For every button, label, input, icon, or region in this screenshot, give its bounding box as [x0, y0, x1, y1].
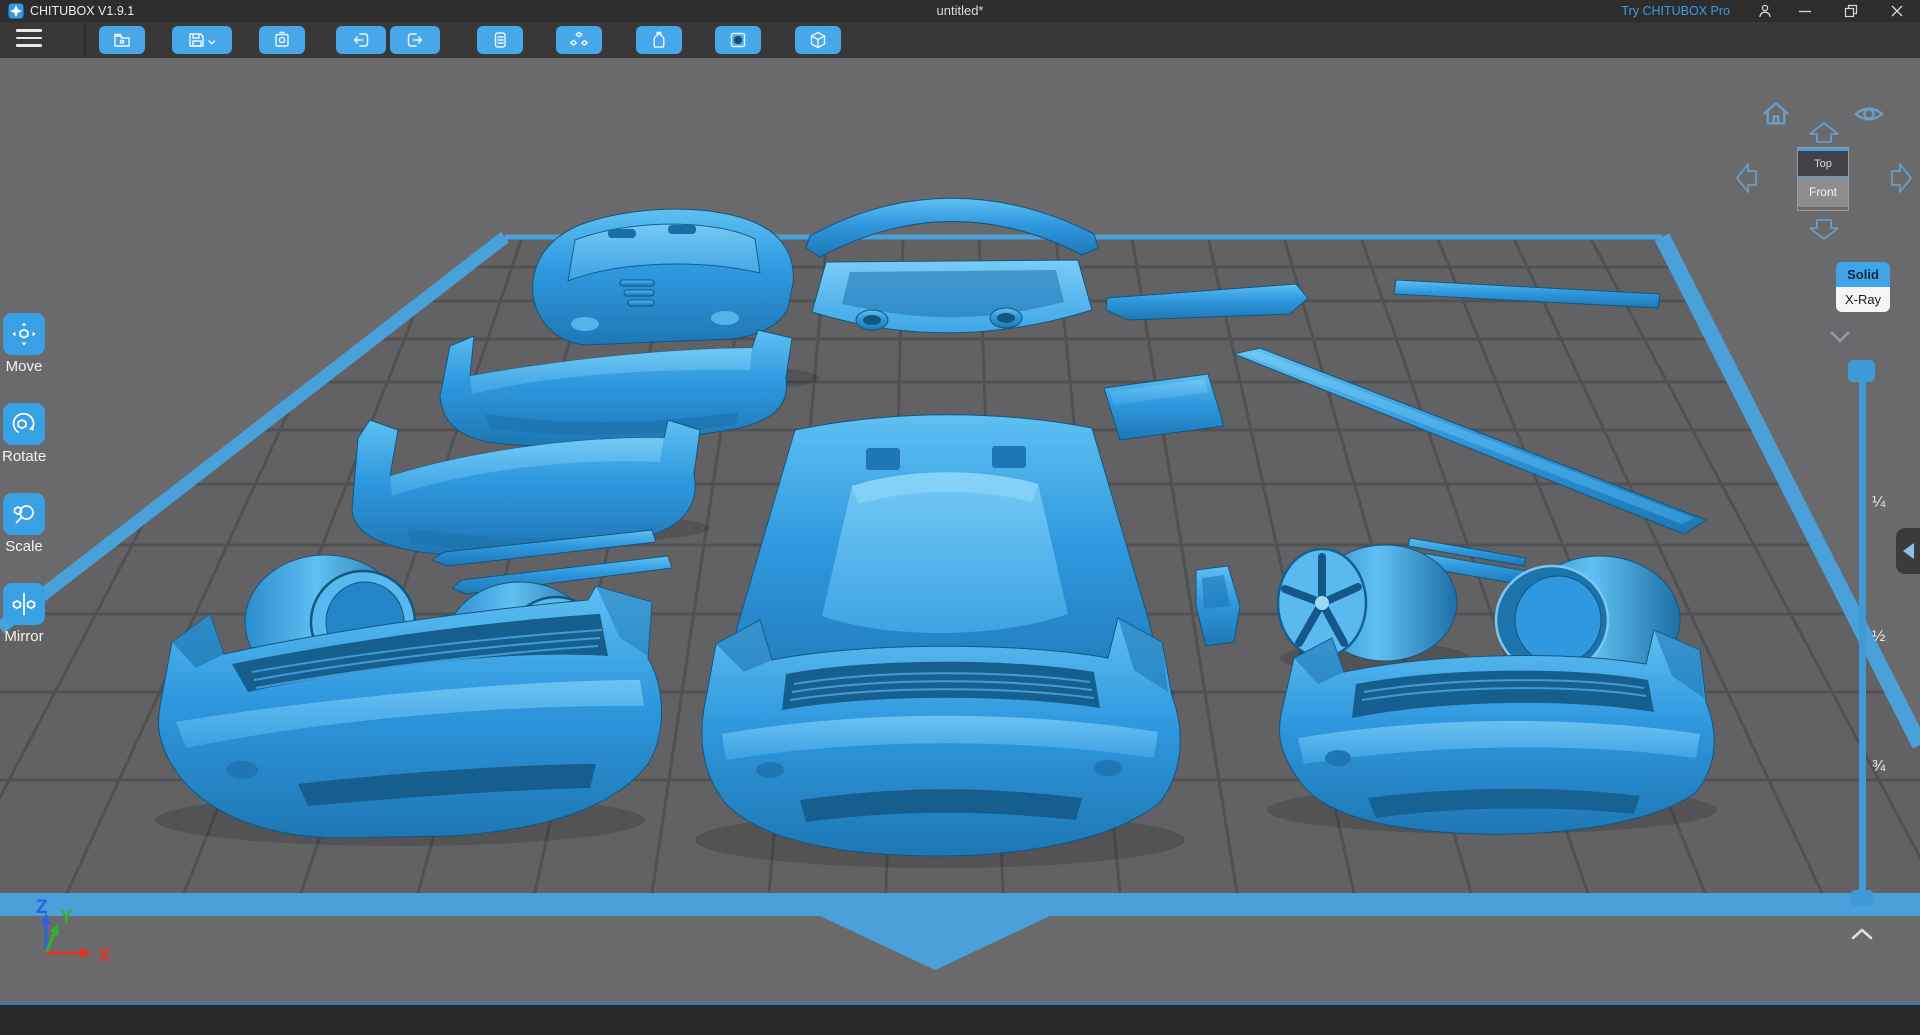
home-view-button[interactable]	[1760, 98, 1792, 135]
menu-button[interactable]	[16, 29, 44, 51]
tool-label-move: Move	[5, 358, 43, 375]
render-mode-toggle: Solid X-Ray	[1836, 262, 1890, 312]
undo-button[interactable]	[336, 26, 386, 54]
open-folder-icon	[114, 33, 130, 47]
axis-z-label: Z	[36, 897, 48, 918]
viewport-3d-scene	[0, 197, 1920, 970]
chevron-up-icon	[1851, 928, 1873, 940]
tool-mirror[interactable]: Mirror	[2, 583, 46, 645]
clip-slider-label-three-quarter: ¾	[1872, 758, 1886, 775]
titlebar: CHITUBOX V1.9.1 untitled* Try CHITUBOX P…	[0, 0, 1920, 22]
restore-button[interactable]	[1828, 0, 1874, 22]
model-part-rear-section[interactable]	[805, 197, 1099, 334]
tool-label-mirror: Mirror	[4, 628, 44, 645]
chitubox-window: CHITUBOX V1.9.1 untitled* Try CHITUBOX P…	[0, 0, 1920, 1035]
redo-icon	[407, 33, 423, 47]
rotate-view-down-button[interactable]	[1806, 216, 1842, 247]
model-part-wheel-3[interactable]	[1276, 544, 1458, 662]
axis-y-label: Y	[60, 907, 73, 928]
minimize-icon	[1799, 10, 1811, 13]
toolbar-separator	[84, 22, 86, 58]
home-icon	[1763, 102, 1789, 125]
tool-scale[interactable]: Scale	[2, 493, 46, 555]
tool-move[interactable]: Move	[2, 313, 46, 375]
undo-icon	[353, 33, 369, 47]
hamburger-icon	[16, 29, 42, 32]
account-button[interactable]	[1748, 0, 1782, 22]
move-button[interactable]	[3, 313, 45, 355]
save-button[interactable]	[172, 26, 232, 54]
bottom-panel-expand-button[interactable]	[1848, 926, 1876, 947]
resin-bottle-icon	[653, 31, 665, 48]
try-chitubox-pro-link[interactable]: Try CHITUBOX Pro	[1621, 4, 1730, 18]
rotate-button[interactable]	[3, 403, 45, 445]
infill-button[interactable]	[795, 26, 841, 54]
arrow-down-icon	[1809, 219, 1839, 240]
chevron-down-icon	[208, 40, 216, 45]
arrow-up-icon	[1809, 122, 1839, 143]
redo-button[interactable]	[390, 26, 440, 54]
move-icon	[12, 322, 36, 346]
rotate-view-right-button[interactable]	[1888, 160, 1914, 201]
mirror-button[interactable]	[3, 583, 45, 625]
copy-icon	[494, 32, 506, 48]
arrow-right-icon	[1891, 163, 1912, 193]
render-mode-solid[interactable]: Solid	[1836, 262, 1890, 287]
arrow-left-icon	[1736, 163, 1757, 193]
clip-slider-label-half: ½	[1872, 628, 1886, 645]
account-icon	[1759, 4, 1771, 18]
scale-icon	[13, 505, 34, 524]
clip-slider-track[interactable]	[1859, 372, 1866, 905]
mirror-icon	[12, 592, 36, 616]
screenshot-icon	[275, 31, 289, 47]
tool-label-scale: Scale	[5, 538, 43, 555]
rotate-icon	[12, 412, 35, 433]
slider-collapse-button[interactable]	[1828, 330, 1852, 349]
save-icon	[189, 33, 216, 47]
main-toolbar	[0, 22, 1920, 58]
app-title: CHITUBOX V1.9.1	[30, 4, 135, 18]
viewport[interactable]: Move Rotate Scale Mirror Top Front Solid…	[0, 58, 1920, 1003]
view-cube[interactable]: Top Front	[1797, 147, 1849, 211]
view-cube-top-face[interactable]: Top	[1798, 148, 1848, 177]
chevron-down-icon	[1830, 331, 1850, 343]
close-button[interactable]	[1874, 0, 1920, 22]
view-cube-front-face[interactable]: Front	[1798, 177, 1848, 207]
clip-slider-label-quarter: ¼	[1872, 494, 1886, 511]
close-icon	[1891, 5, 1903, 17]
tool-label-rotate: Rotate	[2, 448, 47, 465]
copy-button[interactable]	[477, 26, 523, 54]
render-mode-xray[interactable]: X-Ray	[1836, 287, 1890, 312]
tool-rotate[interactable]: Rotate	[2, 403, 46, 465]
restore-icon	[1844, 4, 1858, 18]
minimize-button[interactable]	[1782, 0, 1828, 22]
open-file-button[interactable]	[99, 26, 145, 54]
axis-gizmo: Z Y X	[36, 897, 111, 966]
rotate-view-left-button[interactable]	[1734, 160, 1760, 201]
dig-hole-icon	[730, 32, 746, 48]
visibility-icon	[1854, 107, 1884, 121]
dig-hole-button[interactable]	[715, 26, 761, 54]
visibility-button[interactable]	[1853, 102, 1885, 131]
clip-slider-end-handle[interactable]	[1851, 890, 1873, 906]
infill-box-icon	[810, 31, 826, 49]
screenshot-button[interactable]	[259, 26, 305, 54]
hollow-button[interactable]	[636, 26, 682, 54]
plate-front-edge	[0, 893, 1920, 970]
model-part-front-clip[interactable]	[532, 208, 794, 346]
clip-slider-handle[interactable]	[1848, 360, 1875, 382]
scale-button[interactable]	[3, 493, 45, 535]
triangle-left-icon	[1902, 543, 1914, 559]
auto-layout-icon	[570, 31, 588, 46]
app-logo-icon	[8, 3, 24, 19]
side-panel-flyout-tab[interactable]	[1896, 528, 1920, 574]
axis-x-label: X	[98, 945, 111, 966]
auto-layout-button[interactable]	[556, 26, 602, 54]
status-bar	[0, 1003, 1920, 1035]
